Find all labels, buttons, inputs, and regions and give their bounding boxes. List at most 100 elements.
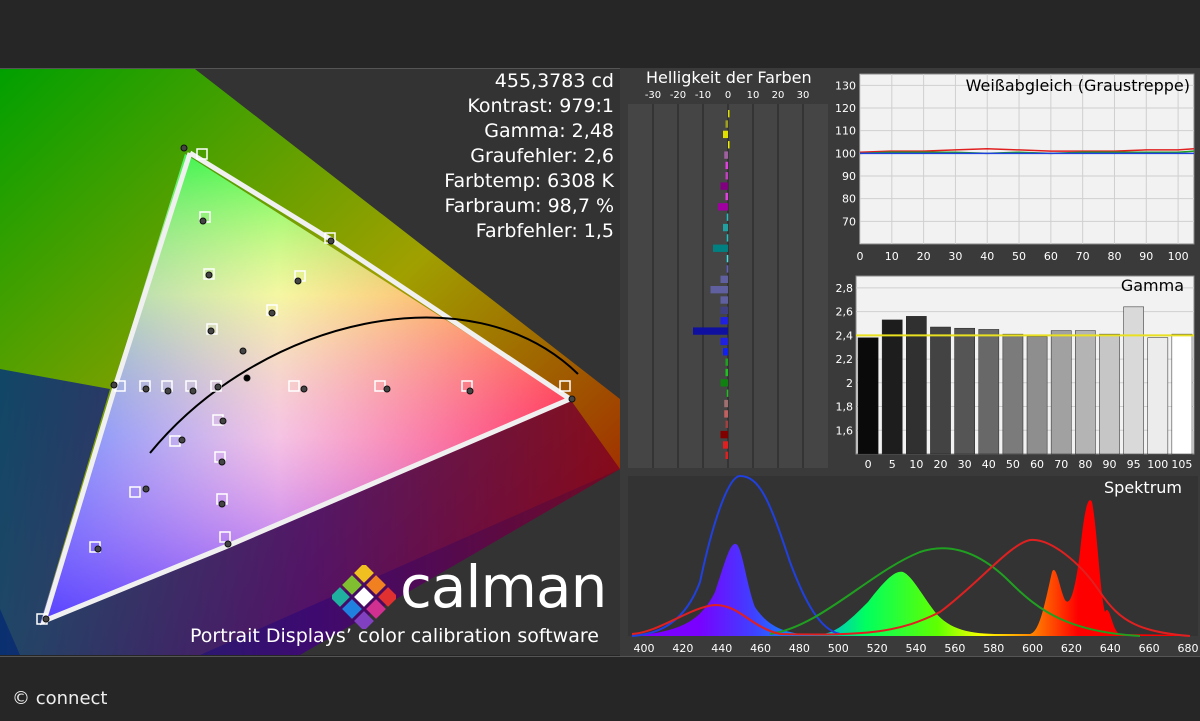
wb-x-tick-label: 70	[1076, 250, 1090, 263]
logo-wordmark: calman	[400, 553, 607, 621]
calman-logo-icon	[332, 565, 396, 629]
wb-x-tick-label: 40	[980, 250, 994, 263]
brightness-tick-label: -10	[695, 90, 711, 101]
spectrum-x-tick-label: 680	[1178, 642, 1199, 655]
gamma-x-tick-label: 40	[982, 458, 996, 471]
brightness-tick-label: -30	[645, 90, 661, 101]
brightness-bar	[725, 161, 728, 170]
wb-x-tick-label: 10	[885, 250, 899, 263]
gamma-bar	[1075, 330, 1096, 455]
gamma-bar	[906, 316, 927, 455]
brightness-bar	[720, 430, 728, 439]
brightness-bar	[726, 254, 729, 263]
wb-x-tick-label: 90	[1139, 250, 1153, 263]
brightness-bar	[726, 389, 729, 397]
brightness-bar	[726, 234, 729, 242]
cie-diagram-panel: 455,3783 cd Kontrast: 979:1 Gamma: 2,48 …	[0, 68, 621, 655]
brightness-tick-label: 0	[725, 90, 731, 101]
wb-y-tick-label: 120	[835, 102, 856, 115]
spectrum-x-tick-label: 540	[906, 642, 927, 655]
spectrum-x-tick-label: 460	[750, 642, 771, 655]
gamma-bar	[1002, 333, 1024, 455]
gamma-y-tick-label: 2,6	[836, 306, 854, 319]
brightness-bar	[725, 368, 728, 377]
spectrum-title: Spektrum	[1104, 478, 1182, 497]
brightness-bar	[726, 213, 729, 221]
spectrum-x-tick-label: 660	[1139, 642, 1160, 655]
wb-y-tick-label: 90	[842, 170, 856, 183]
brightness-bar	[720, 306, 728, 315]
brightness-bar	[720, 296, 728, 304]
wb-y-tick-label: 130	[835, 79, 856, 92]
brightness-bar	[725, 120, 728, 128]
gamma-bar	[1123, 306, 1144, 455]
gamma-x-tick-label: 90	[1103, 458, 1117, 471]
gamma-bar	[1099, 333, 1120, 455]
gamma-y-tick-label: 1,8	[836, 401, 854, 414]
gamma-bar	[1026, 336, 1048, 455]
footer-bar	[0, 656, 1200, 721]
brightness-bar	[720, 275, 728, 283]
gamma-x-tick-label: 30	[958, 458, 972, 471]
spectrum-panel: 400 420 440 460 480 500 520 540 560 580 600 620 640 6…	[620, 472, 1200, 658]
gamma-x-tick-label: 5	[889, 458, 896, 471]
color-temp-value: Farbtemp: 6308 K	[444, 170, 614, 192]
whitebalance-chart: 130 120 110 100 90 80 70 0 10 20 30 40 50 60 70 80 90 10…	[835, 73, 1195, 263]
gamma-x-tick-label: 70	[1054, 458, 1068, 471]
spectrum-x-tick-label: 420	[672, 642, 693, 655]
gamma-y-tick-label: 1,6	[836, 424, 854, 437]
spectrum-x-tick-label: 500	[828, 642, 849, 655]
brightness-bar	[723, 223, 728, 232]
gray-error-value: Graufehler: 2,6	[470, 145, 614, 167]
spectrum-x-tick-label: 560	[944, 642, 965, 655]
wb-x-tick-label: 0	[857, 250, 864, 263]
gamma-x-tick-label: 105	[1171, 458, 1192, 471]
brightness-bar	[723, 130, 728, 139]
brightness-bar	[725, 451, 728, 459]
brightness-bar	[725, 358, 728, 366]
measurement-stats: 455,3783 cd Kontrast: 979:1 Gamma: 2,48 …	[444, 69, 614, 244]
gamma-panel: 2,8 2,6 2,4 2,2 2 1,8 1,6 0 5 10 20 30 40 50 60 70 80 90…	[830, 270, 1200, 472]
gamma-x-tick-label: 80	[1078, 458, 1092, 471]
luminance-value: 455,3783 cd	[494, 70, 614, 92]
brightness-bar	[723, 348, 728, 356]
wb-y-tick-label: 80	[842, 193, 856, 206]
spectrum-x-tick-label: 520	[867, 642, 888, 655]
brightness-bar	[720, 379, 728, 387]
tagline: Portrait Displays’ color calibration sof…	[190, 625, 599, 647]
spectrum-x-tick-label: 600	[1022, 642, 1043, 655]
wb-x-tick-label: 60	[1044, 250, 1058, 263]
whitebalance-title: Weißabgleich (Graustreppe)	[965, 76, 1190, 95]
color-space-value: Farbraum: 98,7 %	[444, 195, 614, 217]
wb-x-tick-label: 100	[1168, 250, 1189, 263]
brightness-bar	[726, 265, 729, 273]
gamma-x-tick-label: 50	[1006, 458, 1020, 471]
gamma-bar	[881, 319, 903, 455]
spectrum-x-tick-label: 400	[634, 642, 655, 655]
brightness-tick-label: 30	[797, 90, 810, 101]
gamma-chart: 2,8 2,6 2,4 2,2 2 1,8 1,6 0 5 10 20 30 40 50 60 70 80 90…	[836, 275, 1195, 471]
gamma-x-tick-label: 95	[1127, 458, 1141, 471]
brightness-bar	[720, 182, 728, 190]
wb-y-tick-label: 70	[842, 215, 856, 228]
spectrum-x-tick-label: 620	[1061, 642, 1082, 655]
spectrum-x-tick-label: 480	[789, 642, 810, 655]
spectrum-x-tick-label: 440	[711, 642, 732, 655]
brightness-tick-label: -20	[670, 90, 686, 101]
wb-y-tick-label: 100	[835, 147, 856, 160]
gamma-bar	[1050, 330, 1072, 455]
brightness-bar	[728, 110, 730, 118]
gamma-x-tick-label: 0	[865, 458, 872, 471]
gamma-bar	[954, 327, 975, 455]
brightness-bar	[718, 203, 728, 211]
gamma-title: Gamma	[1120, 276, 1184, 295]
brightness-bar	[693, 327, 728, 335]
brightness-bar	[724, 151, 728, 159]
wb-x-tick-label: 20	[917, 250, 931, 263]
brightness-bar	[720, 317, 728, 325]
contrast-value: Kontrast: 979:1	[467, 95, 614, 117]
gamma-x-tick-label: 100	[1147, 458, 1168, 471]
brightness-bar	[725, 172, 728, 180]
brightness-tick-label: 10	[747, 90, 760, 101]
brightness-chart: -30 -20 -10 0 10 20 30	[628, 90, 828, 468]
